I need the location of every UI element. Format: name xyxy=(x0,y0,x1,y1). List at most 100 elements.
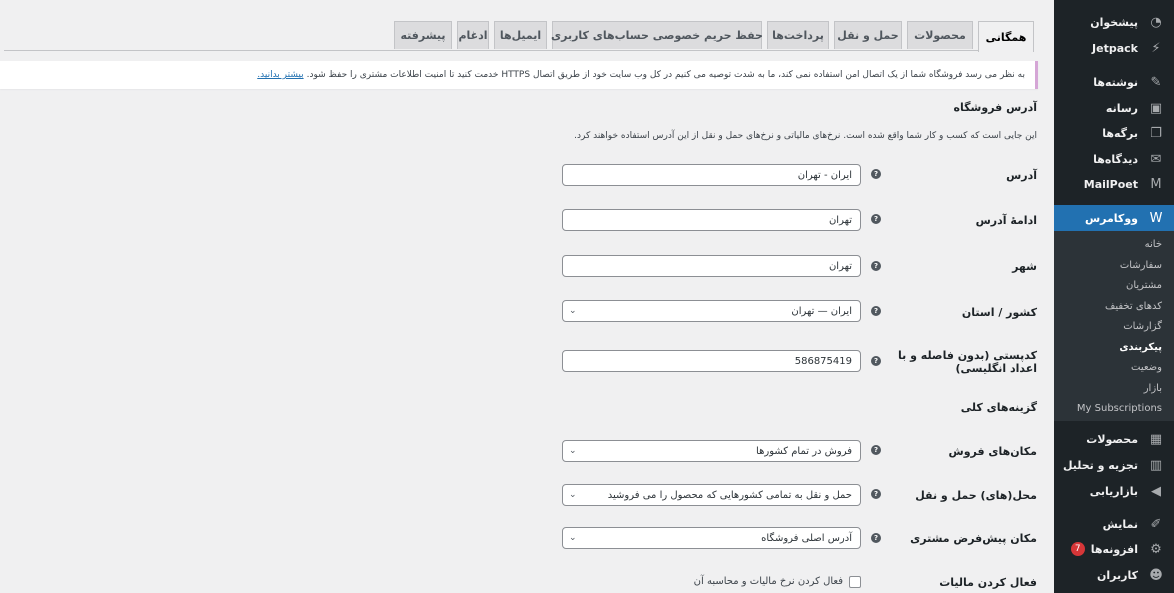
appearance-icon: ✐ xyxy=(1150,516,1162,532)
country-state-select[interactable]: ایران — تهران ⌄ xyxy=(562,300,861,322)
https-notice: به نظر می رسد فروشگاه شما از یک اتصال ام… xyxy=(0,61,1038,89)
default-customer-location-label: مکان پیش‌فرض مشتری xyxy=(910,532,1037,545)
submenu-item-settings[interactable]: پیکربندی xyxy=(1054,339,1174,357)
help-icon[interactable]: ? xyxy=(871,261,881,271)
submenu-item-home[interactable]: خانه xyxy=(1054,236,1174,254)
sidebar-item-media[interactable]: ▣ رسانه xyxy=(1054,95,1174,121)
sidebar-item-dashboard[interactable]: ◔ پیشخوان xyxy=(1054,9,1174,35)
plugins-update-badge: 7 xyxy=(1070,542,1085,556)
plugins-icon: ⚙ xyxy=(1150,541,1162,557)
selling-locations-label: مکان‌های فروش xyxy=(948,445,1037,458)
tab-advanced[interactable]: پیشرفته xyxy=(394,21,452,49)
sidebar-item-label: تجزیه و تحلیل xyxy=(1062,458,1138,472)
sidebar-item-label: رسانه xyxy=(1105,101,1138,115)
sidebar-item-label: پیشخوان xyxy=(1090,15,1138,29)
selling-locations-select[interactable]: فروش در تمام کشورها ⌄ xyxy=(562,440,861,462)
sidebar-item-jetpack[interactable]: ⚡ Jetpack xyxy=(1054,35,1174,61)
media-icon: ▣ xyxy=(1149,100,1163,116)
help-icon[interactable]: ? xyxy=(871,533,881,543)
address2-input[interactable]: تهران xyxy=(562,209,861,231)
sidebar-item-label: ووکامرس xyxy=(1084,211,1138,225)
help-icon[interactable]: ? xyxy=(871,306,881,316)
address-input[interactable]: ایران - تهران xyxy=(562,164,861,186)
analytics-icon: ▥ xyxy=(1149,457,1163,473)
settings-main: همگانی محصولات حمل و نقل پرداخت‌ها حفظ ح… xyxy=(0,0,1054,593)
help-icon[interactable]: ? xyxy=(871,489,881,499)
mailpoet-icon: M xyxy=(1150,176,1162,192)
chevron-down-icon: ⌄ xyxy=(569,490,577,500)
jetpack-icon: ⚡ xyxy=(1151,40,1161,56)
shipping-locations-label: محل(های) حمل و نقل xyxy=(915,489,1037,502)
sidebar-item-label: برگه‌ها xyxy=(1102,126,1138,140)
select-value: حمل و نقل به تمامی کشورهایی که محصول را … xyxy=(607,489,852,501)
learn-more-link[interactable]: بیشتر بدانید. xyxy=(257,70,303,80)
users-icon: ☻ xyxy=(1149,567,1163,583)
submenu-item-customers[interactable]: مشتریان xyxy=(1054,277,1174,295)
sidebar-item-plugins[interactable]: ⚙ افزونه‌ها 7 xyxy=(1054,536,1174,562)
postcode-label: کدپستی (بدون فاصله و با اعداد انگلیسی) xyxy=(898,349,1037,375)
sidebar-item-analytics[interactable]: ▥ تجزیه و تحلیل xyxy=(1054,452,1174,478)
woocommerce-icon: W xyxy=(1149,210,1163,226)
pin-icon: ✎ xyxy=(1150,74,1162,90)
pages-icon: ❐ xyxy=(1150,125,1162,141)
submenu-item-status[interactable]: وضعیت xyxy=(1054,359,1174,377)
sidebar-item-label: MailPoet xyxy=(1083,177,1138,191)
sidebar-item-label: دیدگاه‌ها xyxy=(1093,152,1138,166)
enable-taxes-checkbox[interactable] xyxy=(849,576,861,588)
sidebar-item-mailpoet[interactable]: M MailPoet xyxy=(1054,171,1174,197)
help-icon[interactable]: ? xyxy=(871,169,881,179)
sidebar-item-label: Jetpack xyxy=(1092,41,1138,55)
enable-taxes-label: فعال کردن مالیات xyxy=(939,576,1037,589)
chevron-down-icon: ⌄ xyxy=(569,446,577,456)
chevron-down-icon: ⌄ xyxy=(569,533,577,543)
tab-products[interactable]: محصولات xyxy=(907,21,973,49)
general-options-title: گزینه‌های کلی xyxy=(960,401,1037,414)
store-address-description: این جایی است که کسب و کار شما واقع شده ا… xyxy=(574,131,1037,141)
shipping-locations-select[interactable]: حمل و نقل به تمامی کشورهایی که محصول را … xyxy=(562,484,861,506)
enable-taxes-checkbox-label: فعال کردن نرخ مالیات و محاسبه آن xyxy=(693,576,843,587)
select-value: آدرس اصلی فروشگاه xyxy=(761,532,852,544)
megaphone-icon: ◀ xyxy=(1151,483,1161,499)
help-icon[interactable]: ? xyxy=(871,214,881,224)
city-label: شهر xyxy=(1012,260,1037,273)
sidebar-item-label: افزونه‌ها xyxy=(1090,542,1138,556)
sidebar-item-comments[interactable]: ✉ دیدگاه‌ها xyxy=(1054,146,1174,172)
tab-integration[interactable]: ادغام xyxy=(457,21,489,49)
select-value: فروش در تمام کشورها xyxy=(756,445,852,457)
tab-general[interactable]: همگانی xyxy=(978,21,1034,52)
tab-shipping[interactable]: حمل و نقل xyxy=(834,21,902,49)
sidebar-item-label: نمایش xyxy=(1102,517,1138,531)
sidebar-item-label: محصولات xyxy=(1086,432,1138,446)
sidebar-item-appearance[interactable]: ✐ نمایش xyxy=(1054,511,1174,537)
settings-tabs: همگانی محصولات حمل و نقل پرداخت‌ها حفظ ح… xyxy=(4,20,1034,52)
help-icon[interactable]: ? xyxy=(871,356,881,366)
address2-label: ادامهٔ آدرس xyxy=(975,214,1037,227)
tab-accounts-privacy[interactable]: حفظ حریم خصوصی حساب‌های کاربری xyxy=(551,21,763,49)
sidebar-item-pages[interactable]: ❐ برگه‌ها xyxy=(1054,120,1174,146)
submenu-item-orders[interactable]: سفارشات xyxy=(1054,257,1174,275)
sidebar-item-users[interactable]: ☻ کاربران xyxy=(1054,562,1174,588)
notice-text: به نظر می رسد فروشگاه شما از یک اتصال ام… xyxy=(306,70,1025,80)
postcode-input[interactable]: 586875419 xyxy=(562,350,861,372)
submenu-item-subscriptions[interactable]: My Subscriptions xyxy=(1054,400,1174,418)
admin-sidebar: ◔ پیشخوان ⚡ Jetpack ✎ نوشته‌ها ▣ رسانه ❐… xyxy=(1046,0,1174,593)
submenu-item-marketplace[interactable]: بازار xyxy=(1054,380,1174,398)
woocommerce-submenu: خانه سفارشات مشتریان کدهای تخفیف گزارشات… xyxy=(1054,231,1174,421)
submenu-item-reports[interactable]: گزارشات xyxy=(1054,318,1174,336)
country-state-label: کشور / استان xyxy=(961,306,1037,319)
sidebar-item-marketing[interactable]: ◀ بازاریابی xyxy=(1054,478,1174,504)
comments-icon: ✉ xyxy=(1150,151,1162,167)
tab-payments[interactable]: پرداخت‌ها xyxy=(767,21,829,49)
sidebar-item-label: بازاریابی xyxy=(1089,484,1138,498)
sidebar-item-products[interactable]: ▦ محصولات xyxy=(1054,426,1174,452)
submenu-item-coupons[interactable]: کدهای تخفیف xyxy=(1054,298,1174,316)
tab-emails[interactable]: ایمیل‌ها xyxy=(494,21,547,49)
sidebar-item-posts[interactable]: ✎ نوشته‌ها xyxy=(1054,69,1174,95)
help-icon[interactable]: ? xyxy=(871,445,881,455)
address-label: آدرس xyxy=(1006,169,1037,182)
store-address-title: آدرس فروشگاه xyxy=(953,101,1037,114)
dashboard-icon: ◔ xyxy=(1150,14,1162,30)
city-input[interactable]: تهران xyxy=(562,255,861,277)
sidebar-item-woocommerce[interactable]: W ووکامرس xyxy=(1046,205,1174,231)
default-customer-location-select[interactable]: آدرس اصلی فروشگاه ⌄ xyxy=(562,527,861,549)
